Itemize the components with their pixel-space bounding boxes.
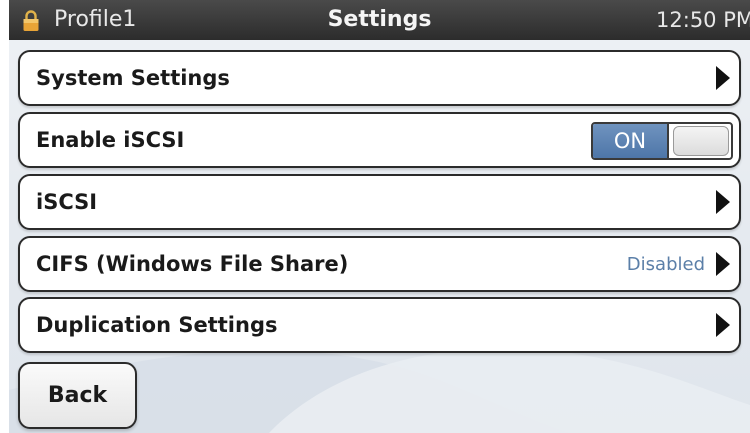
iscsi-row[interactable]: iSCSI [18, 174, 741, 230]
enable-iscsi-row: Enable iSCSI ON [18, 112, 741, 168]
row-label: Duplication Settings [36, 313, 278, 337]
row-label: Enable iSCSI [36, 128, 185, 152]
toggle-knob [673, 126, 729, 156]
chevron-right-icon [716, 190, 730, 214]
clock: 12:50 PM [656, 8, 750, 32]
chevron-right-icon [716, 313, 730, 337]
chevron-right-icon [716, 66, 730, 90]
duplication-settings-row[interactable]: Duplication Settings [18, 297, 741, 353]
cifs-row[interactable]: CIFS (Windows File Share) Disabled [18, 236, 741, 292]
row-label: iSCSI [36, 190, 98, 214]
system-settings-row[interactable]: System Settings [18, 50, 741, 106]
chevron-right-icon [716, 252, 730, 276]
back-label: Back [47, 383, 108, 408]
back-button[interactable]: Back [18, 362, 137, 429]
status-bar: Profile1 Settings 12:50 PM [9, 0, 750, 40]
cifs-status: Disabled [626, 254, 705, 275]
settings-screen: Profile1 Settings 12:50 PM System Settin… [9, 0, 750, 433]
enable-iscsi-toggle[interactable]: ON [591, 122, 733, 160]
toggle-on-label: ON [593, 124, 669, 158]
row-label: System Settings [36, 66, 230, 90]
page-title: Settings [327, 7, 432, 32]
row-label: CIFS (Windows File Share) [36, 252, 349, 276]
